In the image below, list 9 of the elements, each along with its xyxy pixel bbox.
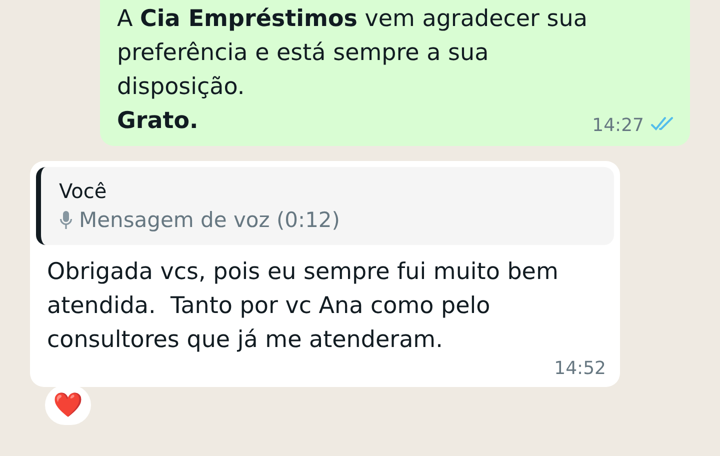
message-text: A Cia Empréstimos vem agradecer sua preferência e está sempre a sua disposição.: [117, 5, 588, 102]
quote-author: Você: [59, 178, 108, 205]
message-signature: Grato.: [117, 107, 198, 136]
message-text: Obrigada vcs, pois eu sempre fui muito bem atendida. Tanto por vc Ana como pelo consultores que já me atenderam.: [46, 258, 560, 355]
microphone-icon: [59, 210, 73, 230]
voice-message-label: Mensagem de voz (0:12): [79, 207, 340, 234]
message-time: 14:27: [592, 114, 644, 138]
message-time: 14:52: [554, 357, 606, 381]
reaction-badge[interactable]: ❤: [45, 385, 91, 425]
